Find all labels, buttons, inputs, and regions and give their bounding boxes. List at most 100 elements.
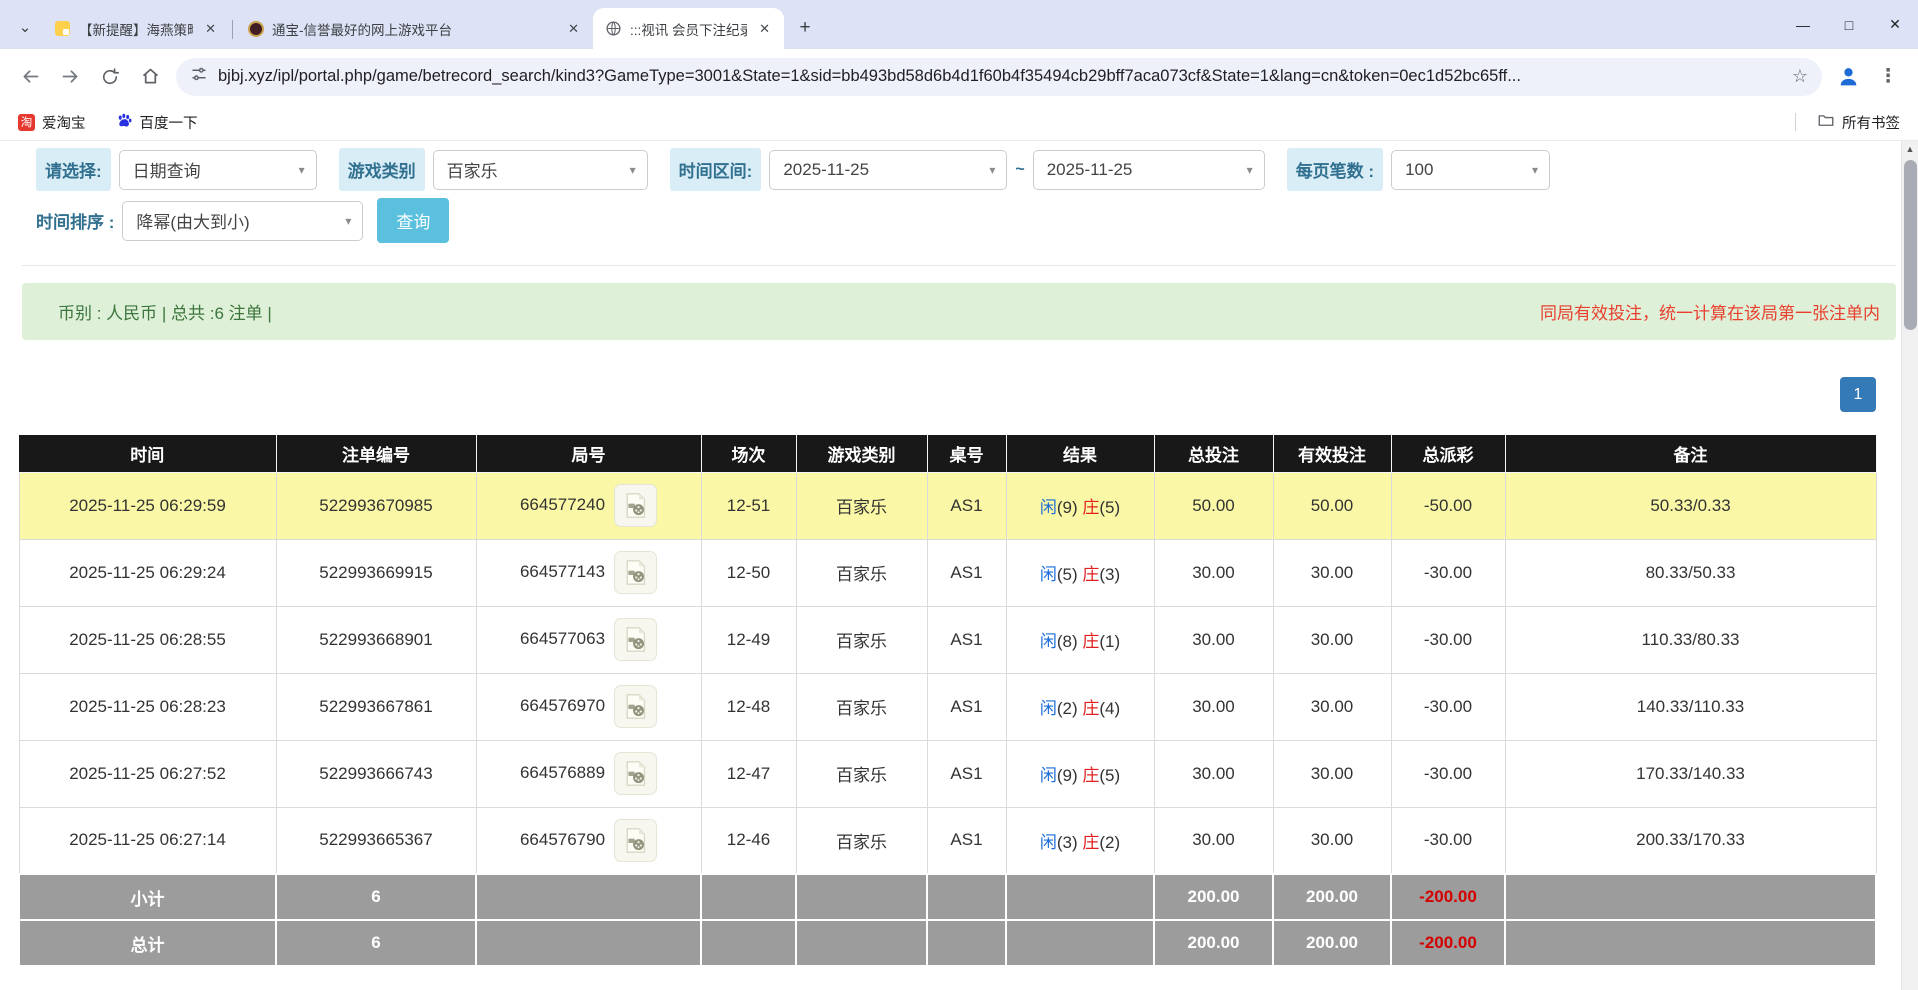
sort-value: 降幂(由大到小)	[136, 208, 249, 233]
search-button[interactable]: 查询	[377, 198, 449, 243]
payout-cell: -50.00	[1391, 472, 1505, 539]
date-range-label: 时间区间:	[670, 148, 762, 191]
scrollbar-thumb[interactable]	[1904, 160, 1917, 330]
summary-cell: 200.00	[1154, 874, 1273, 920]
minimize-button[interactable]: —	[1780, 0, 1826, 49]
summary-cell: 200.00	[1273, 874, 1391, 920]
tilde-separator: ~	[1015, 161, 1024, 179]
video-replay-icon[interactable]	[614, 618, 657, 661]
round-cell: 664576790	[476, 807, 701, 874]
player-result: 闲	[1040, 632, 1057, 651]
sort-label: 时间排序 :	[36, 208, 114, 233]
bet-id-cell: 522993666743	[276, 740, 476, 807]
round-cell: 664576970	[476, 673, 701, 740]
video-replay-icon[interactable]	[614, 484, 657, 527]
video-replay-icon[interactable]	[614, 819, 657, 862]
game-type-cell: 百家乐	[796, 740, 927, 807]
bookmark-taobao[interactable]: 淘 爱淘宝	[18, 112, 86, 133]
forward-button[interactable]	[50, 57, 90, 97]
summary-cell: 6	[276, 874, 476, 920]
address-bar[interactable]: bjbj.xyz/ipl/portal.php/game/betrecord_s…	[176, 58, 1822, 96]
time-cell: 2025-11-25 06:29:24	[19, 539, 276, 606]
close-tab-icon[interactable]: ✕	[201, 19, 220, 39]
column-header: 时间	[19, 435, 276, 472]
payout-cell: -30.00	[1391, 740, 1505, 807]
summary-cell	[476, 920, 701, 966]
chevron-down-icon: ▾	[299, 163, 305, 177]
query-type-select[interactable]: 日期查询 ▾	[119, 150, 317, 190]
remark-cell: 110.33/80.33	[1505, 606, 1876, 673]
remark-cell: 80.33/50.33	[1505, 539, 1876, 606]
summary-cell: 6	[276, 920, 476, 966]
player-result: 闲	[1040, 766, 1057, 785]
player-result: 闲	[1040, 498, 1057, 517]
remark-cell: 170.33/140.33	[1505, 740, 1876, 807]
column-header: 游戏类别	[796, 435, 927, 472]
banker-result: 庄	[1082, 632, 1099, 651]
close-tab-icon[interactable]: ✕	[755, 19, 774, 39]
page-size-value: 100	[1405, 160, 1433, 180]
window-controls: — □ ✕	[1780, 0, 1918, 49]
tongbao-favicon-icon	[247, 20, 264, 37]
bookmark-baidu[interactable]: 百度一下	[116, 112, 198, 133]
video-replay-icon[interactable]	[614, 752, 657, 795]
summary-cell	[1505, 920, 1876, 966]
url-text[interactable]: bjbj.xyz/ipl/portal.php/game/betrecord_s…	[218, 67, 1782, 86]
page-1-button[interactable]: 1	[1840, 377, 1876, 412]
divider	[1795, 113, 1796, 131]
close-tab-icon[interactable]: ✕	[564, 19, 583, 39]
grand-total-row: 总计6200.00200.00-200.00	[19, 920, 1876, 966]
currency-summary: 币别 : 人民币 | 总共 :6 注单 |	[58, 299, 272, 324]
site-settings-icon[interactable]	[190, 65, 208, 88]
query-type-value: 日期查询	[133, 157, 201, 182]
table-row: 2025-11-25 06:28:23522993667861664576970…	[19, 673, 1876, 740]
table-no-cell: AS1	[927, 539, 1006, 606]
valid-bet-cell: 30.00	[1273, 606, 1391, 673]
scroll-up-icon[interactable]: ▲	[1902, 141, 1918, 157]
time-cell: 2025-11-25 06:27:14	[19, 807, 276, 874]
back-button[interactable]	[10, 57, 50, 97]
reload-button[interactable]	[90, 57, 130, 97]
column-header: 总投注	[1154, 435, 1273, 472]
globe-icon	[605, 20, 622, 37]
page-size-select[interactable]: 100 ▾	[1391, 150, 1550, 190]
valid-bet-cell: 30.00	[1273, 740, 1391, 807]
time-cell: 2025-11-25 06:28:55	[19, 606, 276, 673]
bet-id-cell: 522993670985	[276, 472, 476, 539]
round-cell: 664577240	[476, 472, 701, 539]
maximize-button[interactable]: □	[1826, 0, 1872, 49]
tab-title: 通宝-信誉最好的网上游戏平台	[272, 19, 556, 39]
sort-select[interactable]: 降幂(由大到小) ▾	[122, 201, 363, 241]
player-result: 闲	[1040, 833, 1057, 852]
date-to-input[interactable]: 2025-11-25 ▾	[1033, 150, 1265, 190]
tab-forum[interactable]: 【新提醒】海燕策略论坛 - 综合 ✕	[42, 8, 230, 49]
game-type-cell: 百家乐	[796, 539, 927, 606]
tab-bet-records-active[interactable]: :::视讯 会员下注纪录::: ✕	[593, 8, 784, 49]
round-number: 664576970	[520, 696, 605, 715]
scrollbar[interactable]: ▲	[1901, 141, 1918, 990]
column-header: 结果	[1006, 435, 1154, 472]
profile-avatar[interactable]	[1828, 57, 1868, 97]
game-type-select[interactable]: 百家乐 ▾	[433, 150, 648, 190]
new-tab-button[interactable]: +	[790, 13, 820, 43]
summary-cell	[701, 874, 796, 920]
video-replay-icon[interactable]	[614, 551, 657, 594]
tab-search-button[interactable]: ⌄	[8, 7, 42, 47]
round-number: 664576889	[520, 763, 605, 782]
payout-cell: -30.00	[1391, 539, 1505, 606]
table-row: 2025-11-25 06:27:14522993665367664576790…	[19, 807, 1876, 874]
close-window-button[interactable]: ✕	[1872, 0, 1918, 49]
date-from-value: 2025-11-25	[783, 160, 869, 180]
chevron-down-icon: ⌄	[19, 18, 32, 36]
date-from-input[interactable]: 2025-11-25 ▾	[769, 150, 1007, 190]
result-cell: 闲(5) 庄(3)	[1006, 539, 1154, 606]
total-bet-cell: 50.00	[1154, 472, 1273, 539]
tab-strip: ⌄ 【新提醒】海燕策略论坛 - 综合 ✕ 通宝-信誉最好的网上游戏平台 ✕ ::…	[0, 0, 1918, 49]
home-button[interactable]	[130, 57, 170, 97]
browser-menu-icon[interactable]: ⋮	[1868, 57, 1908, 97]
date-to-value: 2025-11-25	[1047, 160, 1133, 180]
tab-tongbao[interactable]: 通宝-信誉最好的网上游戏平台 ✕	[235, 8, 593, 49]
bookmark-star-icon[interactable]: ☆	[1792, 66, 1808, 87]
all-bookmarks[interactable]: 所有书签	[1795, 111, 1900, 133]
video-replay-icon[interactable]	[614, 685, 657, 728]
